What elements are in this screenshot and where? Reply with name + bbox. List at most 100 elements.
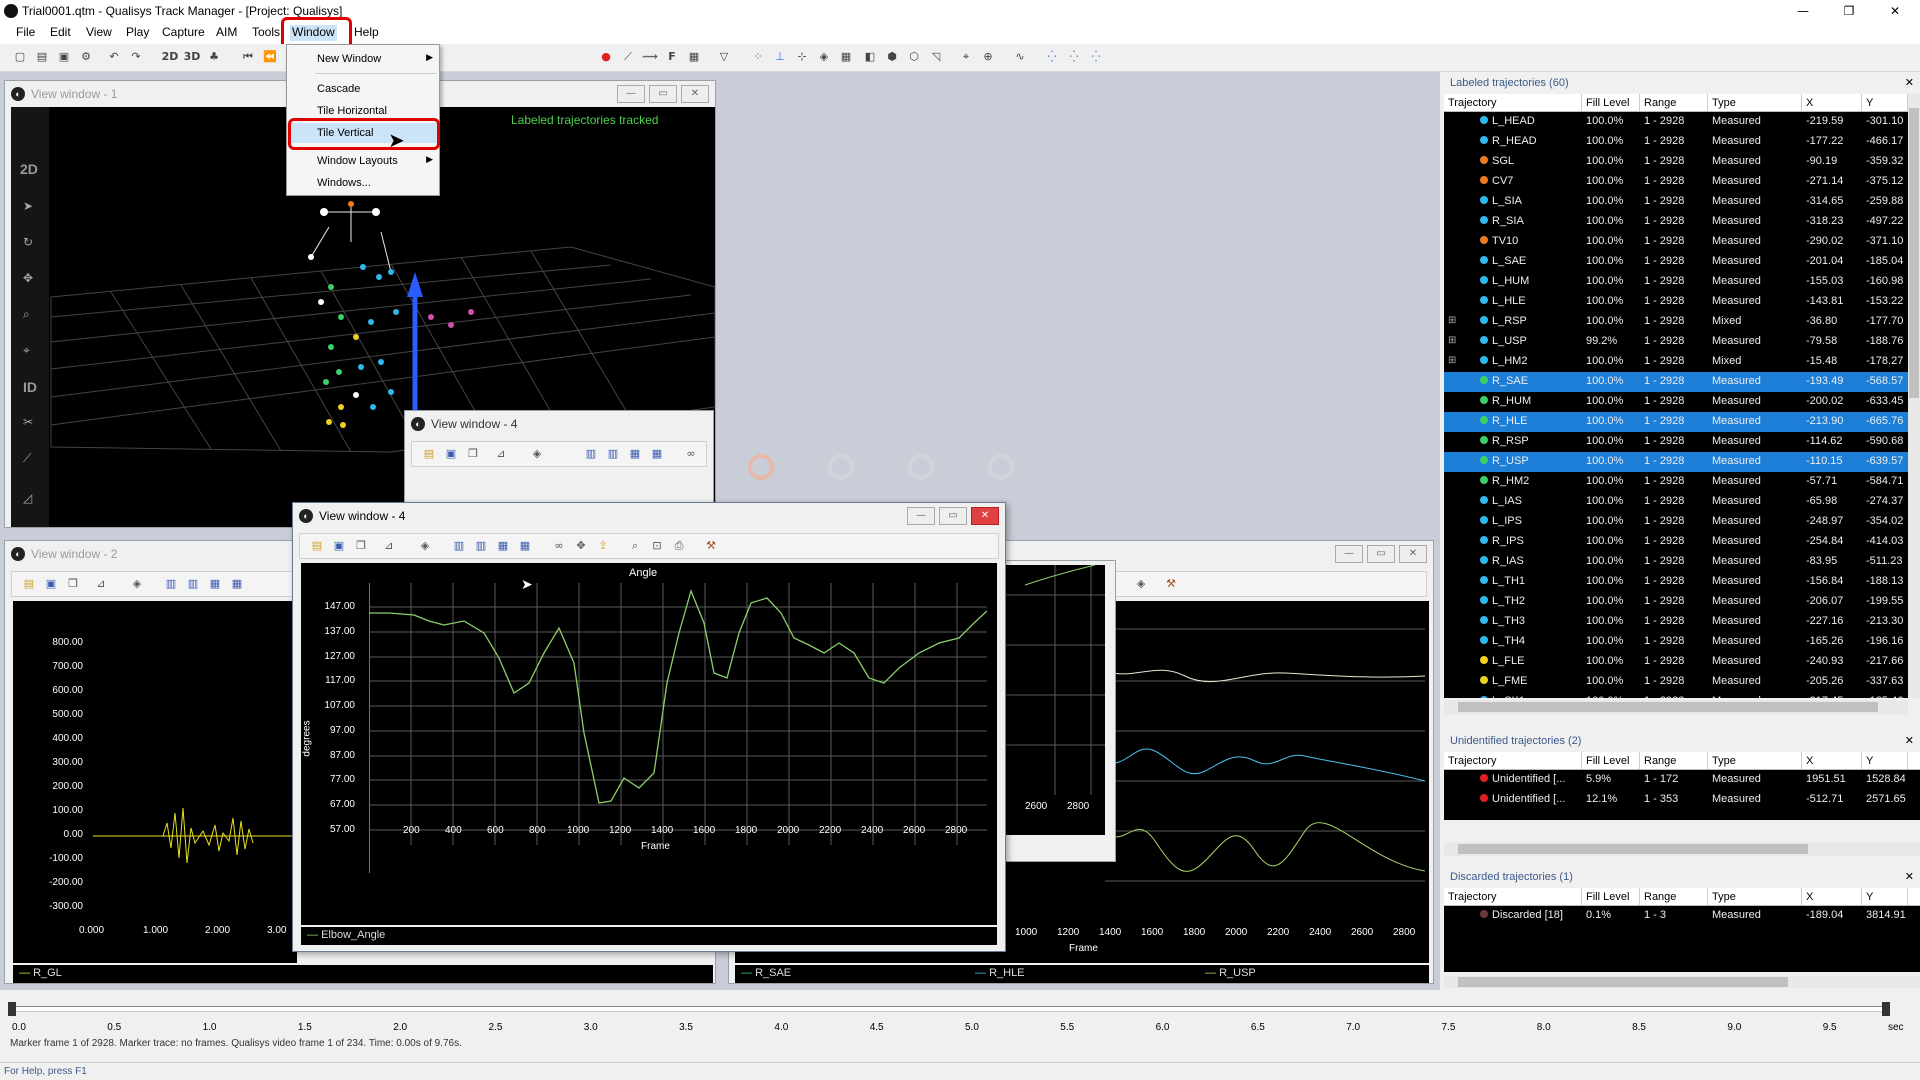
menu-capture[interactable]: Capture — [160, 25, 207, 41]
table-row[interactable]: L_HM2 100.0% 1 - 2928 Mixed -15.48 -178.27 ⊞ — [1444, 352, 1908, 372]
timeline-start-handle[interactable] — [8, 1002, 16, 1016]
table-row[interactable]: R_IAS 100.0% 1 - 2928 Measured -83.95 -511.23 — [1444, 552, 1908, 572]
cube-icon[interactable]: ◧ — [862, 49, 878, 65]
col-x[interactable]: X — [1802, 94, 1862, 111]
col-trajectory[interactable]: Trajectory — [1444, 888, 1582, 905]
table-row[interactable]: R_USP 100.0% 1 - 2928 Measured -110.15 -639.5… — [1444, 452, 1908, 472]
layout-1-icon[interactable]: ▥ — [162, 576, 180, 592]
force-icon[interactable]: F — [664, 49, 680, 65]
trace-tool-icon[interactable]: ◿ — [23, 491, 32, 505]
timeline-track[interactable] — [12, 1006, 1888, 1012]
redo-icon[interactable]: ↷ — [128, 49, 144, 65]
record-icon[interactable]: ● — [598, 49, 614, 65]
copy-icon[interactable]: ❐ — [64, 576, 82, 592]
menu-item-new-window[interactable]: New Window ▶ — [287, 49, 439, 69]
menu-item-window-layouts[interactable]: Window Layouts ▶ — [287, 151, 439, 171]
menu-tools[interactable]: Tools — [250, 25, 282, 41]
table-row[interactable]: L_TH2 100.0% 1 - 2928 Measured -206.07 -199.5… — [1444, 592, 1908, 612]
open-icon[interactable]: ▤ — [420, 446, 438, 462]
table-row[interactable]: Unidentified [... 12.1% 1 - 353 Measured -51… — [1444, 790, 1920, 810]
table-row[interactable]: R_IPS 100.0% 1 - 2928 Measured -254.84 -414.0… — [1444, 532, 1908, 552]
horizontal-scrollbar[interactable] — [1444, 976, 1920, 988]
vertical-scrollbar[interactable] — [1908, 94, 1920, 698]
layout-3-icon[interactable]: ▦ — [626, 446, 644, 462]
copy-icon[interactable]: ❐ — [464, 446, 482, 462]
copy-icon[interactable]: ❐ — [352, 538, 370, 554]
table-row[interactable]: L_IPS 100.0% 1 - 2928 Measured -248.97 -354.0… — [1444, 512, 1908, 532]
col-type[interactable]: Type — [1708, 888, 1802, 905]
save-icon[interactable]: ▣ — [442, 446, 460, 462]
binoculars-icon[interactable]: ∞ — [682, 446, 700, 462]
table-row[interactable]: L_SK1 100.0%1 - 2928Measured-217.45-185.4… — [1444, 692, 1908, 698]
print-icon[interactable]: ⎙ — [670, 538, 688, 554]
menu-play[interactable]: Play — [124, 25, 151, 41]
close-icon[interactable]: ✕ — [1905, 870, 1914, 883]
table-row[interactable]: L_HUM 100.0% 1 - 2928 Measured -155.03 -160.9… — [1444, 272, 1908, 292]
layout-3-icon[interactable]: ▦ — [206, 576, 224, 592]
table-row[interactable]: L_TH3 100.0% 1 - 2928 Measured -227.16 -213.3… — [1444, 612, 1908, 632]
close-icon[interactable]: ✕ — [1905, 76, 1914, 89]
undo-icon[interactable]: ↶ — [106, 49, 122, 65]
table-row[interactable]: R_SIA 100.0% 1 - 2928 Measured -318.23 -497.2… — [1444, 212, 1908, 232]
box-icon[interactable]: ⬡ — [906, 49, 922, 65]
minimize-icon[interactable]: — — [617, 85, 645, 103]
view-2d-button[interactable]: 2D — [160, 49, 180, 65]
table-row[interactable]: R_RSP 100.0% 1 - 2928 Measured -114.62 -590.6… — [1444, 432, 1908, 452]
center-icon[interactable]: ⊕ — [980, 49, 996, 65]
col-y[interactable]: Y — [1862, 752, 1908, 769]
analog-icon[interactable]: ∿ — [1012, 49, 1028, 65]
menu-item-windows[interactable]: Windows... — [287, 173, 439, 193]
layout-2-icon[interactable]: ▥ — [472, 538, 490, 554]
table-row[interactable]: R_HM2 100.0% 1 - 2928 Measured -57.71 -584.71 — [1444, 472, 1908, 492]
floor-icon[interactable]: ◈ — [816, 49, 832, 65]
col-fill-level[interactable]: Fill Level — [1582, 888, 1640, 905]
zoom-icon[interactable]: ⌕ — [23, 307, 30, 322]
menu-item-cascade[interactable]: Cascade — [287, 79, 439, 99]
table-row[interactable]: R_SAE 100.0% 1 - 2928 Measured -193.49 -568.5… — [1444, 372, 1908, 392]
scroll-thumb[interactable] — [1458, 702, 1878, 712]
table-row[interactable]: L_RSP 100.0% 1 - 2928 Mixed -36.80 -177.70 ⊞ — [1444, 312, 1908, 332]
layout-2-icon[interactable]: ▥ — [184, 576, 202, 592]
col-type[interactable]: Type — [1708, 752, 1802, 769]
rigid-body-icon[interactable]: ⬢ — [884, 49, 900, 65]
table-row[interactable]: L_SIA 100.0% 1 - 2928 Measured -314.65 -259.8… — [1444, 192, 1908, 212]
table-row[interactable]: L_TH4 100.0% 1 - 2928 Measured -165.26 -196.1… — [1444, 632, 1908, 652]
col-trajectory[interactable]: Trajectory — [1444, 94, 1582, 111]
scroll-thumb[interactable] — [1458, 844, 1808, 854]
view-window-4-back-title[interactable]: ◐ View window - 4 — [405, 411, 713, 437]
plot-type-icon[interactable]: ⊿ — [492, 446, 510, 462]
close-icon[interactable]: ✕ — [971, 507, 999, 525]
export-icon[interactable]: ⇪ — [594, 538, 612, 554]
target-icon[interactable]: ⌖ — [958, 49, 974, 65]
layout-1-icon[interactable]: ▥ — [582, 446, 600, 462]
menu-view[interactable]: View — [84, 25, 114, 41]
col-type[interactable]: Type — [1708, 94, 1802, 111]
analog-plot[interactable]: 800.00 700.00 600.00 500.00 400.00 300.0… — [13, 601, 297, 963]
close-icon[interactable]: ✕ — [1872, 0, 1918, 22]
grid-axis-icon[interactable]: ⊹ — [794, 49, 810, 65]
table-row[interactable]: L_IAS 100.0% 1 - 2928 Measured -65.98 -274.37 — [1444, 492, 1908, 512]
minimize-icon[interactable]: — — [1335, 545, 1363, 563]
layout-2-icon[interactable]: ▥ — [604, 446, 622, 462]
camera-icon[interactable]: ◹ — [928, 49, 944, 65]
table-row[interactable]: Discarded [18] 0.1% 1 - 3 Measured -189.04 38… — [1444, 906, 1920, 926]
minimize-icon[interactable]: — — [1780, 0, 1826, 22]
maximize-icon[interactable]: ▭ — [939, 507, 967, 525]
color-icon[interactable]: ◈ — [528, 446, 546, 462]
col-range[interactable]: Range — [1640, 752, 1708, 769]
new-file-icon[interactable]: ▢ — [12, 49, 28, 65]
col-range[interactable]: Range — [1640, 888, 1708, 905]
bone-icon[interactable]: ⟿ — [642, 49, 658, 65]
grid-icon[interactable]: ▦ — [838, 49, 854, 65]
save-icon[interactable]: ▣ — [56, 49, 72, 65]
col-x[interactable]: X — [1802, 888, 1862, 905]
col-x[interactable]: X — [1802, 752, 1862, 769]
table-row[interactable]: TV10 100.0% 1 - 2928 Measured -290.02 -371.10 — [1444, 232, 1908, 252]
marker-medium-icon[interactable]: ⁛ — [1066, 49, 1082, 65]
table-row[interactable]: Unidentified [... 5.9% 1 - 172 Measured 1951… — [1444, 770, 1920, 790]
horizontal-scrollbar[interactable] — [1444, 700, 1908, 714]
table-row[interactable]: L_HEAD 100.0% 1 - 2928 Measured -219.59 -301.… — [1444, 112, 1908, 132]
zoom-in-icon[interactable]: ⌕ — [626, 538, 644, 554]
close-icon[interactable]: ✕ — [1399, 545, 1427, 563]
open-icon[interactable]: ▤ — [20, 576, 38, 592]
